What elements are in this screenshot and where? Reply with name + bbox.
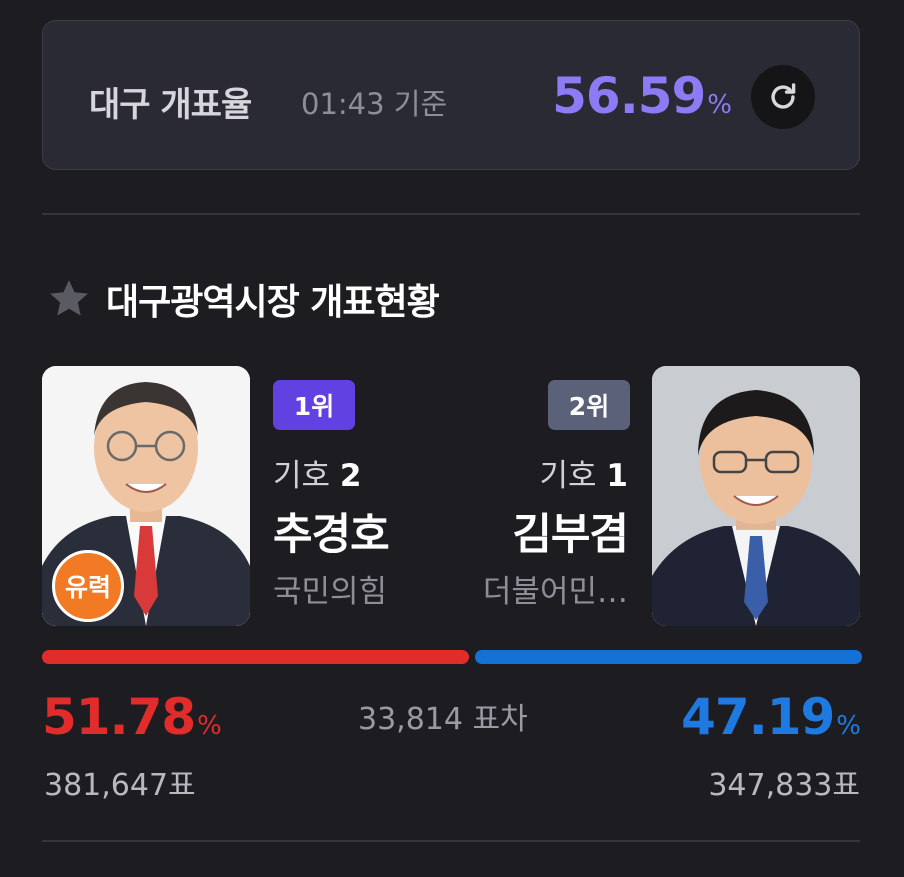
rank-badge-second: 2위 bbox=[548, 380, 630, 430]
candidate-name-right[interactable]: 김부겸 bbox=[512, 500, 629, 562]
vote-percent-left: 51.78% bbox=[42, 688, 222, 746]
vote-percent-value: 51.78 bbox=[42, 688, 196, 746]
turnout-percent: 56.59 bbox=[552, 67, 706, 125]
vote-gap: 33,814 표차 bbox=[358, 702, 528, 737]
candidate-number-value: 1 bbox=[606, 458, 628, 494]
section-title: 대구광역시장 개표현황 bbox=[106, 282, 440, 323]
divider bbox=[42, 840, 860, 842]
turnout-unit: % bbox=[707, 90, 732, 120]
vote-share-bar-right bbox=[475, 650, 862, 664]
turnout-time: 01:43 기준 bbox=[301, 87, 448, 121]
divider bbox=[42, 213, 860, 215]
candidate-portrait-right bbox=[652, 366, 860, 626]
candidate-name-left[interactable]: 추경호 bbox=[273, 500, 390, 562]
candidate-number-label: 기호 bbox=[273, 458, 331, 494]
candidate-photo-right[interactable] bbox=[652, 366, 860, 626]
vote-share-bar-left bbox=[42, 650, 469, 664]
candidate-number-left: 기호 2 bbox=[273, 450, 361, 495]
vote-count-left: 381,647표 bbox=[44, 768, 196, 803]
refresh-icon bbox=[771, 83, 796, 109]
section-header: 대구광역시장 개표현황 bbox=[46, 272, 440, 326]
turnout-card: 대구 개표율 01:43 기준 56.59% bbox=[42, 20, 860, 170]
rank-badge-first: 1위 bbox=[273, 380, 355, 430]
vote-percent-value: 47.19 bbox=[681, 688, 835, 746]
star-icon[interactable] bbox=[46, 276, 92, 322]
refresh-button[interactable] bbox=[751, 65, 815, 129]
candidate-number-right: 기호 1 bbox=[540, 450, 628, 495]
vote-percent-unit: % bbox=[836, 711, 861, 741]
vote-percent-right: 47.19% bbox=[681, 688, 861, 746]
candidate-number-value: 2 bbox=[339, 458, 362, 494]
vote-count-right: 347,833표 bbox=[708, 768, 860, 803]
leading-badge: 유력 bbox=[52, 550, 124, 622]
vote-percent-unit: % bbox=[197, 711, 222, 741]
candidate-party-right: 더불어민… bbox=[482, 574, 628, 610]
candidate-party-left: 국민의힘 bbox=[273, 574, 388, 610]
turnout-title: 대구 개표율 bbox=[89, 85, 252, 125]
turnout-value: 56.59% bbox=[552, 67, 732, 125]
candidate-number-label: 기호 bbox=[539, 458, 597, 494]
